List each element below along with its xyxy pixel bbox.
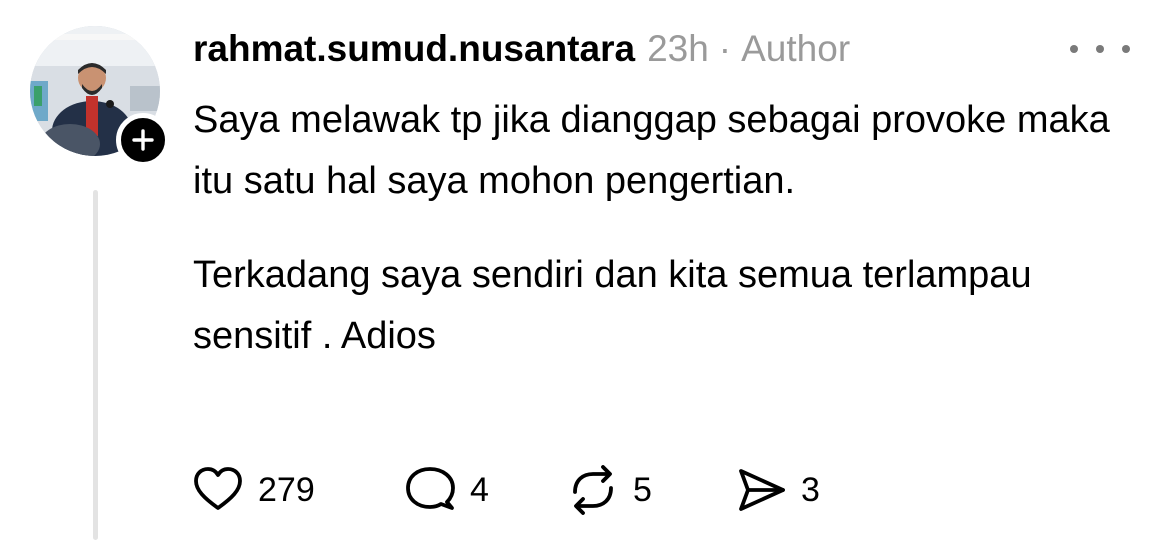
reply-count: 4 <box>470 470 489 509</box>
reply-button[interactable]: 4 <box>402 462 565 518</box>
meta-separator: · <box>718 28 732 69</box>
like-button[interactable]: 279 <box>190 462 402 518</box>
more-horizontal-icon <box>1096 45 1104 53</box>
post-body: Saya melawak tp jika dianggap sebagai pr… <box>193 90 1113 367</box>
post-paragraph: Terkadang saya sendiri dan kita semua te… <box>193 254 1032 357</box>
repost-arrows-icon <box>573 465 613 515</box>
like-count: 279 <box>258 470 315 509</box>
action-bar: 279 4 5 3 <box>190 462 820 518</box>
send-icon <box>739 469 785 511</box>
author-label: Author <box>741 28 851 69</box>
post-header: rahmat.sumud.nusantara 23h · Author <box>193 24 850 74</box>
heart-icon <box>194 467 242 510</box>
more-options-button[interactable] <box>1070 34 1130 64</box>
thread-line <box>93 190 98 540</box>
share-count: 3 <box>801 470 820 509</box>
follow-button[interactable] <box>116 113 170 167</box>
more-horizontal-icon <box>1122 45 1130 53</box>
speech-bubble-icon <box>406 467 455 510</box>
username[interactable]: rahmat.sumud.nusantara <box>193 28 635 70</box>
repost-count: 5 <box>633 470 652 509</box>
more-horizontal-icon <box>1070 45 1078 53</box>
post-paragraph: Saya melawak tp jika dianggap sebagai pr… <box>193 99 1110 202</box>
plus-icon <box>132 129 154 151</box>
share-button[interactable]: 3 <box>733 462 820 518</box>
post-time[interactable]: 23h <box>647 28 709 70</box>
repost-button[interactable]: 5 <box>565 462 733 518</box>
